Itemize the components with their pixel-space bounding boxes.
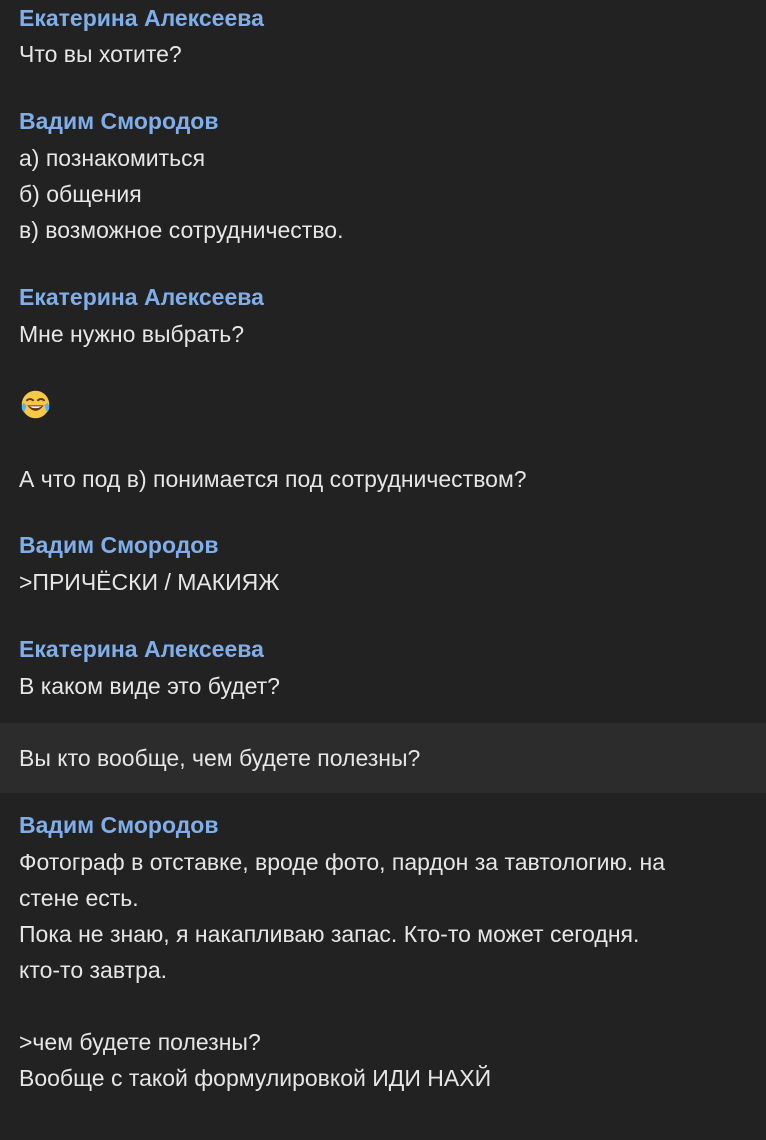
message-author[interactable]: Вадим Смородов xyxy=(19,527,219,563)
message-text: а) познакомиться xyxy=(19,145,206,171)
message-text: Вообще с такой формулировкой ИДИ НАХЙ xyxy=(19,1065,492,1091)
face-with-tears-of-joy-icon xyxy=(21,390,50,419)
message-text: >чем будете полезны? xyxy=(19,1029,261,1055)
message-author[interactable]: Екатерина Алексеева xyxy=(19,0,264,36)
message-text: Фотограф в отставке, вроде фото, пардон … xyxy=(19,849,666,875)
message-text: >ПРИЧЁСКИ / МАКИЯЖ xyxy=(19,569,280,595)
chat-log: Екатерина Алексеева Что вы хотите? Вадим… xyxy=(0,0,766,1140)
message-author[interactable]: Екатерина Алексеева xyxy=(19,631,264,667)
message-author[interactable]: Вадим Смородов xyxy=(19,807,219,843)
message-text: А что под в) понимается под сотрудничест… xyxy=(19,466,527,492)
message-text: Вы кто вообще, чем будете полезны? xyxy=(19,745,421,771)
message-text: Что вы хотите? xyxy=(19,41,182,67)
message-text: Пока не знаю, я накапливаю запас. Кто-то… xyxy=(19,921,640,947)
message-text: в) возможное сотрудничество. xyxy=(19,217,344,243)
message-author[interactable]: Екатерина Алексеева xyxy=(19,279,264,315)
message-text: кто-то завтра. xyxy=(19,957,168,983)
message-text: В каком виде это будет? xyxy=(19,673,280,699)
message-text: стене есть. xyxy=(19,885,139,911)
message-text: Мне нужно выбрать? xyxy=(19,321,245,347)
message-author[interactable]: Вадим Смородов xyxy=(19,103,219,139)
message-text: б) общения xyxy=(19,181,142,207)
